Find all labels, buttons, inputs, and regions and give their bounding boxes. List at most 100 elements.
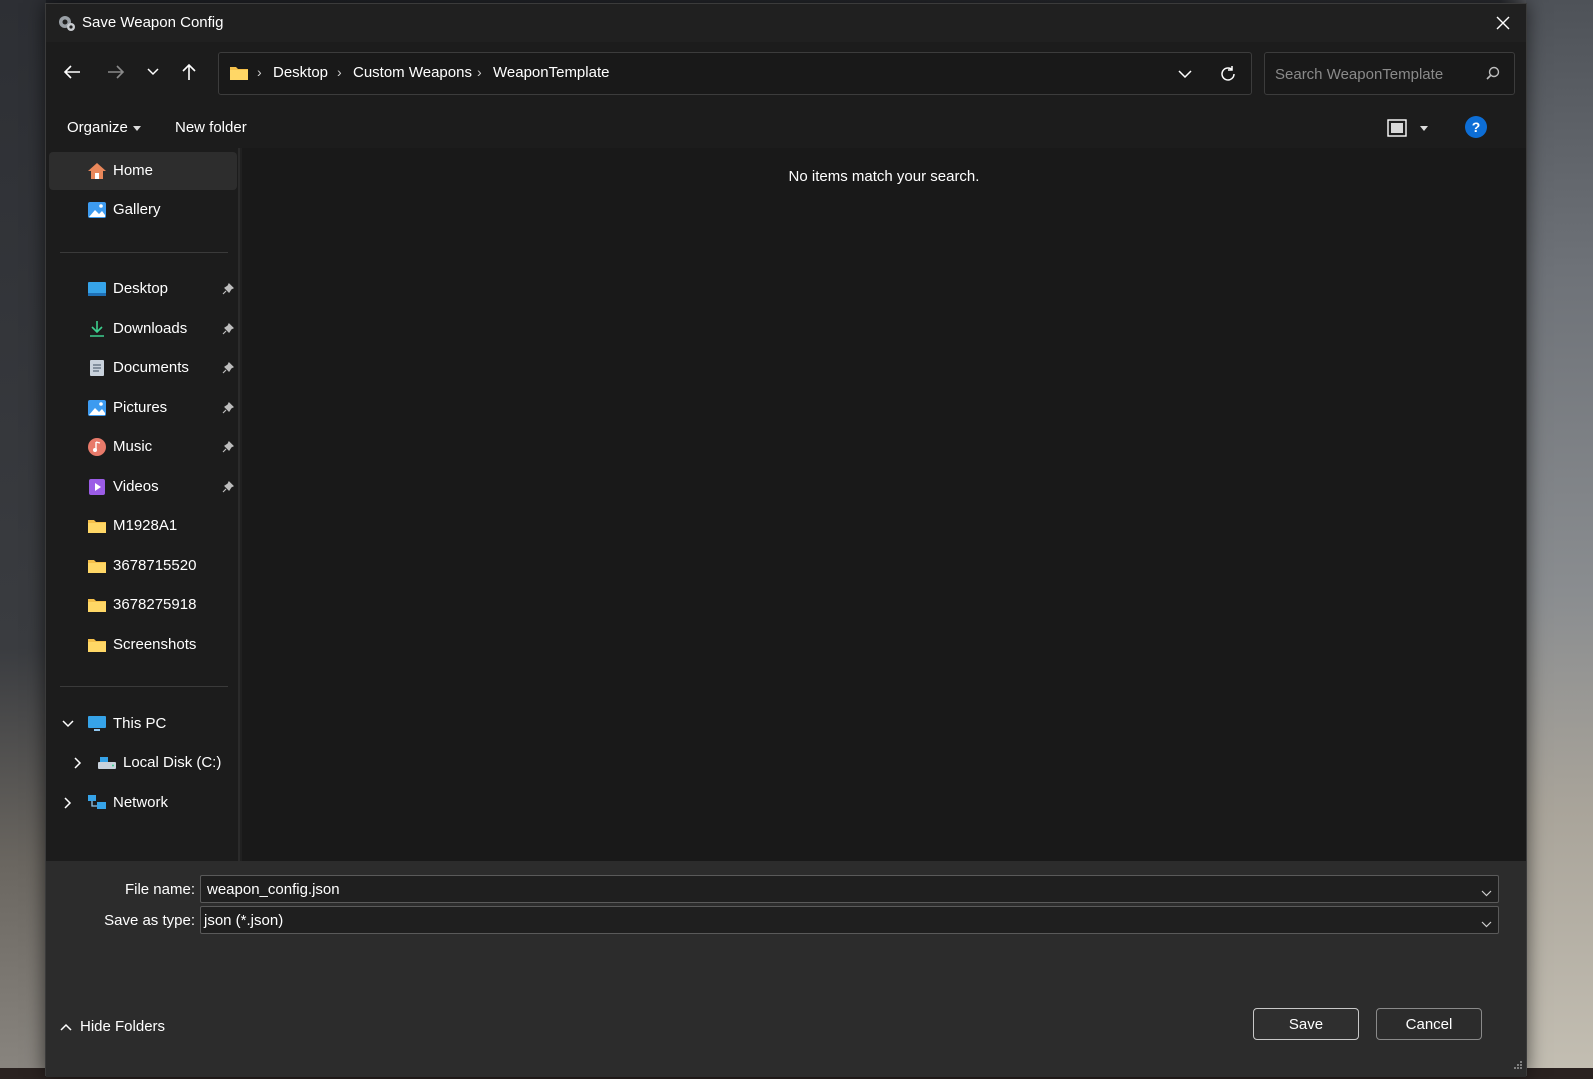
save-type-value: json (*.json) — [204, 912, 284, 929]
title-bar: Save Weapon Config — [46, 4, 1526, 42]
breadcrumb-separator: › — [257, 64, 262, 80]
chevron-right-icon[interactable] — [71, 756, 85, 770]
save-button[interactable]: Save — [1253, 1008, 1359, 1040]
sidebar-item-3678275918[interactable]: 3678275918 — [49, 586, 237, 624]
network-icon — [87, 793, 107, 813]
sidebar-item-3678715520[interactable]: 3678715520 — [49, 547, 237, 585]
sidebar-item-label: 3678275918 — [113, 596, 197, 613]
app-gear-icon — [57, 13, 77, 33]
forward-button[interactable] — [100, 56, 132, 88]
sidebar-item-pictures[interactable]: Pictures — [49, 389, 237, 427]
caret-down-icon — [1420, 125, 1428, 131]
back-arrow-icon — [63, 65, 80, 79]
save-type-label: Save as type: — [104, 912, 195, 929]
folder-icon — [87, 635, 107, 655]
breadcrumb-desktop[interactable]: Desktop — [273, 64, 328, 81]
sidebar-item-label: Desktop — [113, 280, 169, 297]
sidebar-item-home[interactable]: Home — [49, 152, 237, 190]
chevron-down-icon — [1178, 70, 1192, 78]
chevron-right-icon[interactable] — [61, 796, 75, 810]
new-folder-button[interactable]: New folder — [175, 119, 247, 136]
up-arrow-icon — [182, 63, 196, 80]
sidebar-item-local-disk[interactable]: Local Disk (C:) — [49, 744, 237, 782]
folder-icon — [87, 556, 107, 576]
sidebar-item-label: M1928A1 — [113, 517, 178, 534]
sidebar-item-label: Music — [113, 438, 153, 455]
search-icon — [1486, 66, 1500, 84]
close-icon — [1496, 16, 1510, 30]
recent-locations-button[interactable] — [137, 56, 169, 88]
change-view-button[interactable] — [1387, 116, 1437, 140]
disk-icon — [97, 753, 117, 773]
save-options-panel: File name: weapon_config.json Save as ty… — [46, 861, 1526, 1077]
forward-arrow-icon — [108, 65, 125, 79]
breadcrumb-weapontemplate[interactable]: WeaponTemplate — [493, 64, 609, 81]
breadcrumb-custom-weapons[interactable]: Custom Weapons — [353, 64, 472, 81]
home-icon — [87, 161, 107, 181]
pin-icon — [222, 322, 235, 339]
gallery-icon — [87, 200, 107, 220]
refresh-icon — [1221, 66, 1235, 81]
pin-icon — [222, 282, 235, 299]
resize-grip-icon[interactable] — [1513, 1057, 1523, 1074]
sidebar-item-music[interactable]: Music — [49, 428, 237, 466]
videos-icon — [87, 477, 107, 497]
cancel-button[interactable]: Cancel — [1376, 1008, 1482, 1040]
refresh-button[interactable] — [1215, 61, 1241, 87]
address-bar[interactable]: › Desktop › Custom Weapons › WeaponTempl… — [218, 52, 1252, 95]
sidebar-item-videos[interactable]: Videos — [49, 468, 237, 506]
help-button[interactable]: ? — [1465, 116, 1487, 138]
sidebar-item-gallery[interactable]: Gallery — [49, 191, 237, 229]
chevron-down-icon — [147, 68, 159, 76]
sidebar-item-label: Local Disk (C:) — [123, 754, 222, 771]
organize-menu[interactable]: Organize — [67, 119, 141, 136]
navigation-pane: Home Gallery Desktop Downloads Documents… — [46, 148, 240, 861]
pin-icon — [222, 361, 235, 378]
preview-pane-icon — [1387, 119, 1407, 137]
sidebar-item-screenshots[interactable]: Screenshots — [49, 626, 237, 664]
sidebar-divider — [60, 252, 228, 253]
sidebar-item-label: Videos — [113, 478, 159, 495]
command-bar: Organize New folder ? — [46, 108, 1526, 148]
file-name-label: File name: — [124, 881, 195, 898]
chevron-down-icon[interactable] — [1481, 884, 1492, 901]
desktop-background-right — [1526, 0, 1593, 1079]
folder-icon — [229, 65, 249, 85]
file-name-field[interactable]: weapon_config.json — [200, 875, 1499, 903]
organize-label: Organize — [67, 119, 128, 136]
file-list[interactable]: No items match your search. — [242, 148, 1526, 861]
up-button[interactable] — [173, 56, 205, 88]
desktop-icon — [87, 279, 107, 299]
hide-folders-button[interactable]: Hide Folders — [60, 1018, 165, 1035]
download-icon — [87, 319, 107, 339]
search-placeholder: Search WeaponTemplate — [1275, 66, 1444, 83]
sidebar-item-desktop[interactable]: Desktop — [49, 270, 237, 308]
pin-icon — [222, 401, 235, 418]
sidebar-item-label: Pictures — [113, 399, 168, 416]
back-button[interactable] — [56, 56, 88, 88]
search-input[interactable]: Search WeaponTemplate — [1264, 52, 1515, 95]
sidebar-item-label: Network — [113, 794, 169, 811]
sidebar-item-label: Home — [113, 162, 154, 179]
save-type-select[interactable]: json (*.json) — [200, 906, 1499, 934]
chevron-down-icon[interactable] — [61, 717, 75, 731]
sidebar-item-label: This PC — [113, 715, 167, 732]
empty-message: No items match your search. — [788, 168, 980, 185]
save-dialog: Save Weapon Config › Desktop › Custom We… — [45, 3, 1527, 1077]
pin-icon — [222, 440, 235, 457]
chevron-down-icon[interactable] — [1481, 915, 1492, 932]
pictures-icon — [87, 398, 107, 418]
breadcrumb-separator: › — [337, 64, 342, 80]
sidebar-item-label: Documents — [113, 359, 189, 376]
sidebar-item-m1928a1[interactable]: M1928A1 — [49, 507, 237, 545]
desktop-background-left — [0, 0, 46, 1079]
caret-down-icon — [132, 125, 141, 131]
sidebar-item-downloads[interactable]: Downloads — [49, 310, 237, 348]
sidebar-item-documents[interactable]: Documents — [49, 349, 237, 387]
navigation-bar: › Desktop › Custom Weapons › WeaponTempl… — [46, 42, 1526, 108]
address-history-button[interactable] — [1173, 63, 1197, 85]
sidebar-item-this-pc[interactable]: This PC — [49, 705, 237, 743]
sidebar-item-network[interactable]: Network — [49, 784, 237, 822]
pin-icon — [222, 480, 235, 497]
close-button[interactable] — [1480, 4, 1526, 42]
